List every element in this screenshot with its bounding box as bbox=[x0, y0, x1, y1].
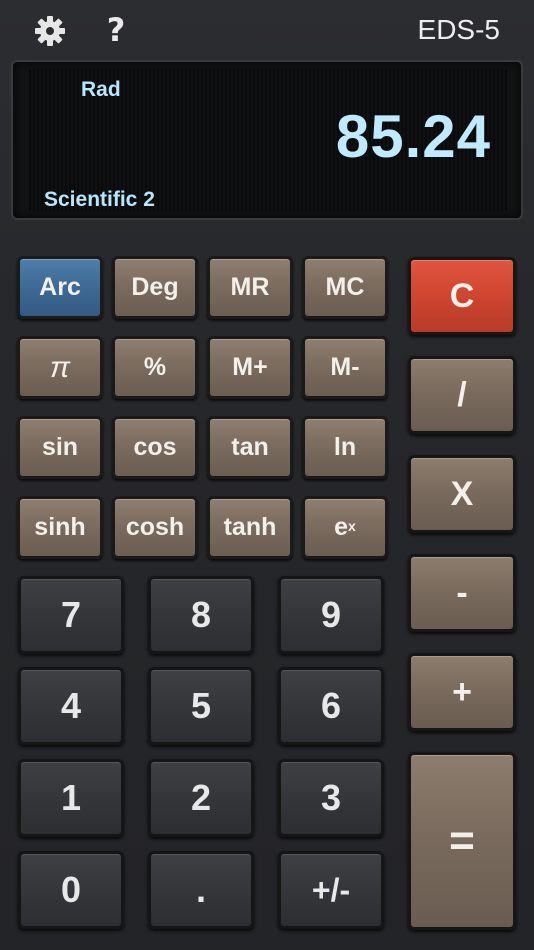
digit-7-button[interactable]: 7 bbox=[18, 576, 124, 654]
sin-button[interactable]: sin bbox=[17, 416, 103, 479]
digit-3-button[interactable]: 3 bbox=[278, 759, 384, 837]
memory-subtract-button[interactable]: M- bbox=[302, 336, 388, 399]
layout-indicator: Scientific 2 bbox=[44, 188, 155, 211]
tanh-button[interactable]: tanh bbox=[207, 496, 293, 559]
pi-button[interactable]: π bbox=[17, 336, 103, 399]
sign-toggle-button[interactable]: +/- bbox=[278, 851, 384, 929]
digit-6-button[interactable]: 6 bbox=[278, 667, 384, 745]
arc-button[interactable]: Arc bbox=[17, 256, 103, 319]
ln-button[interactable]: ln bbox=[302, 416, 388, 479]
decimal-point-button[interactable]: . bbox=[148, 851, 254, 929]
exp-button[interactable]: ex bbox=[302, 496, 388, 559]
help-icon[interactable]: ? bbox=[102, 10, 130, 50]
display-frame: Rad 85.24 Scientific 2 bbox=[11, 60, 523, 220]
digit-8-button[interactable]: 8 bbox=[148, 576, 254, 654]
deg-button[interactable]: Deg bbox=[112, 256, 198, 319]
exp-base-label: e bbox=[334, 513, 349, 541]
equals-button[interactable]: = bbox=[408, 752, 516, 930]
top-bar: ? EDS-5 bbox=[0, 0, 534, 60]
memory-clear-button[interactable]: MC bbox=[302, 256, 388, 319]
sinh-button[interactable]: sinh bbox=[17, 496, 103, 559]
display-screen: Rad 85.24 Scientific 2 bbox=[29, 68, 507, 212]
memory-add-button[interactable]: M+ bbox=[207, 336, 293, 399]
divide-button[interactable]: / bbox=[408, 356, 516, 434]
digit-2-button[interactable]: 2 bbox=[148, 759, 254, 837]
exp-superscript-label: x bbox=[348, 517, 356, 534]
digit-1-button[interactable]: 1 bbox=[18, 759, 124, 837]
cosh-button[interactable]: cosh bbox=[112, 496, 198, 559]
minus-button[interactable]: - bbox=[408, 554, 516, 632]
model-name: EDS-5 bbox=[417, 14, 500, 45]
cos-button[interactable]: cos bbox=[112, 416, 198, 479]
display-value: 85.24 bbox=[335, 103, 491, 170]
gear-icon[interactable] bbox=[33, 14, 67, 48]
plus-button[interactable]: + bbox=[408, 653, 516, 731]
memory-recall-button[interactable]: MR bbox=[207, 256, 293, 319]
digit-4-button[interactable]: 4 bbox=[18, 667, 124, 745]
digit-5-button[interactable]: 5 bbox=[148, 667, 254, 745]
percent-button[interactable]: % bbox=[112, 336, 198, 399]
digit-9-button[interactable]: 9 bbox=[278, 576, 384, 654]
multiply-button[interactable]: X bbox=[408, 455, 516, 533]
digit-0-button[interactable]: 0 bbox=[18, 851, 124, 929]
angle-mode-indicator: Rad bbox=[81, 78, 121, 101]
clear-button[interactable]: C bbox=[408, 257, 516, 335]
tan-button[interactable]: tan bbox=[207, 416, 293, 479]
